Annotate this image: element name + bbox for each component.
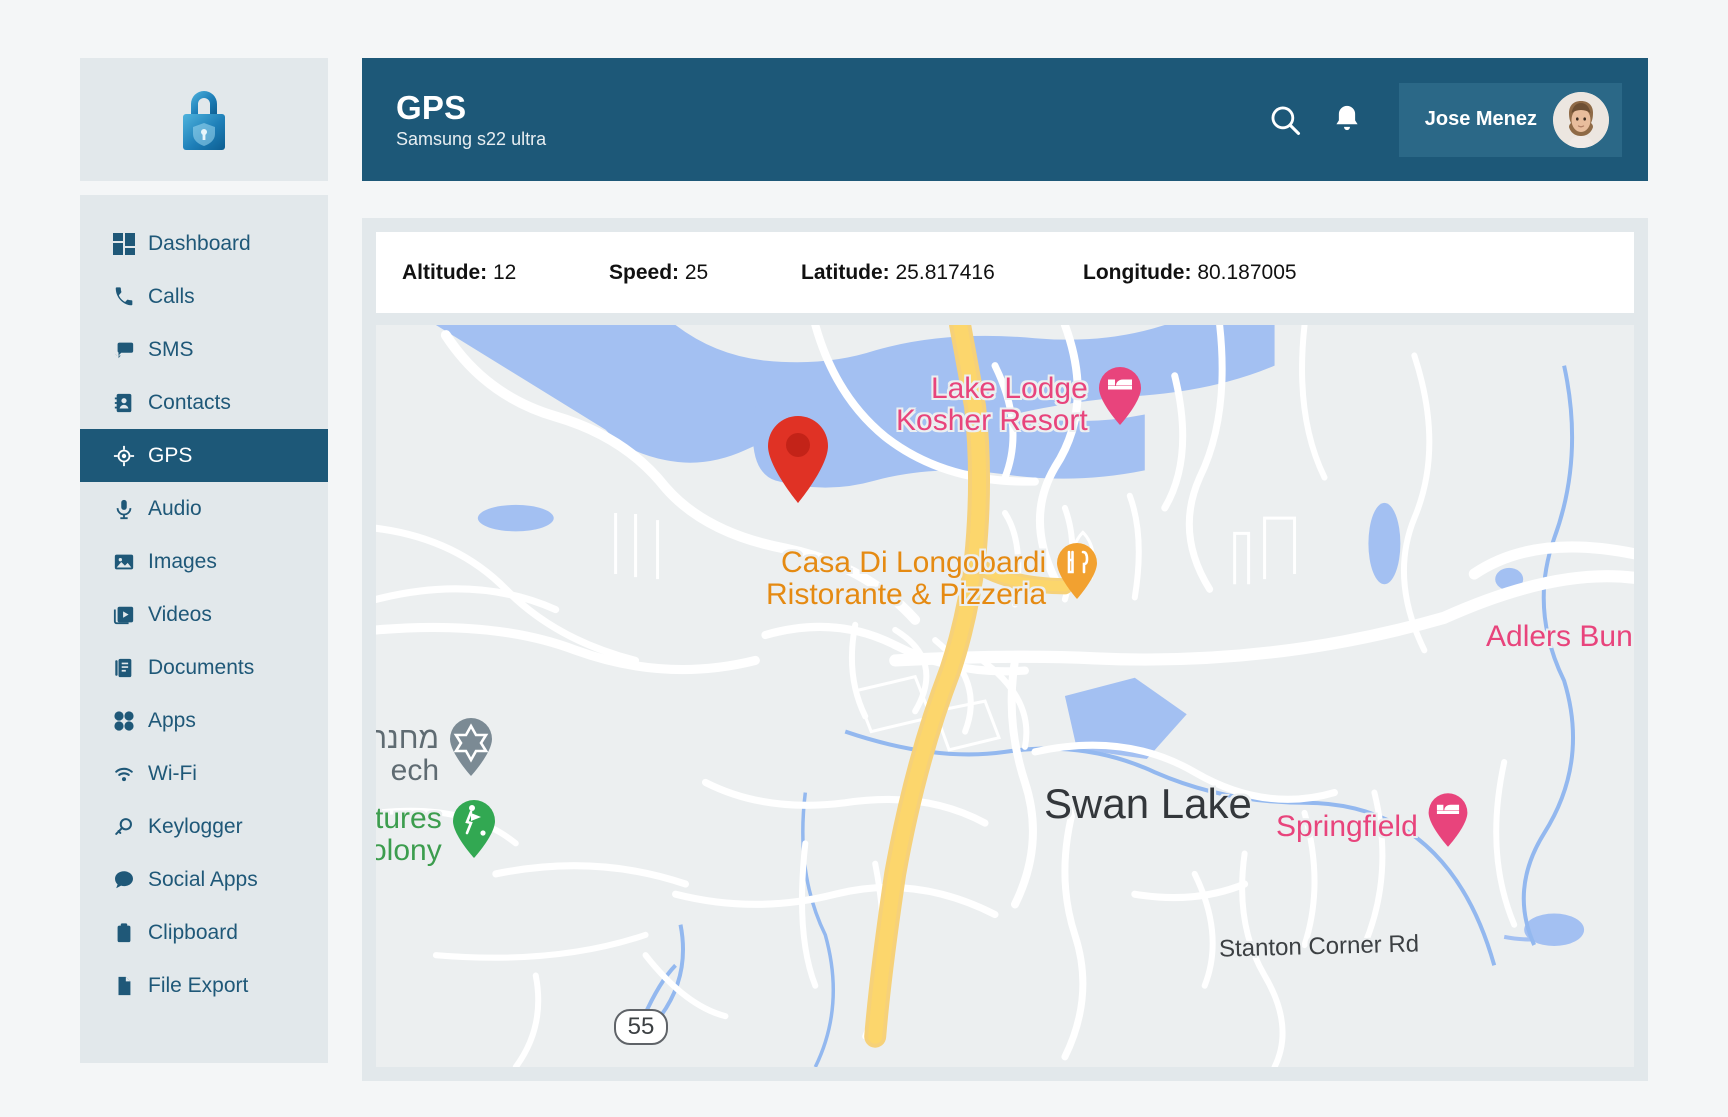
sidebar-item-label: Images xyxy=(148,550,217,573)
clipboard-icon xyxy=(112,921,136,945)
route-shield-55: 55 xyxy=(614,1009,668,1045)
place-label-swan-lake: Swan Lake xyxy=(1044,780,1252,827)
contacts-icon xyxy=(112,391,136,415)
sidebar-item-label: Audio xyxy=(148,497,202,520)
sidebar-item-wifi[interactable]: Wi-Fi xyxy=(80,747,328,800)
stat-speed: Speed: 25 xyxy=(609,261,801,285)
device-subtitle: Samsung s22 ultra xyxy=(396,129,547,149)
image-icon xyxy=(112,550,136,574)
stat-label: Longitude: xyxy=(1083,260,1192,284)
key-search-icon xyxy=(112,815,136,839)
stat-altitude: Altitude: 12 xyxy=(402,261,609,285)
stat-value: 25 xyxy=(684,260,709,284)
sidebar-item-label: Clipboard xyxy=(148,921,238,944)
sidebar-item-apps[interactable]: Apps xyxy=(80,694,328,747)
sidebar-item-documents[interactable]: Documents xyxy=(80,641,328,694)
stat-value: 25.817416 xyxy=(895,260,995,284)
sidebar-item-keylogger[interactable]: Keylogger xyxy=(80,800,328,853)
stat-label: Latitude: xyxy=(801,260,890,284)
location-pin[interactable] xyxy=(760,413,836,507)
user-name: Jose Menez xyxy=(1424,108,1537,130)
speech-bubble-icon xyxy=(112,868,136,892)
gps-dashboard-page: Dashboard Calls SMS Contacts GPS Audio I… xyxy=(0,0,1728,1117)
sidebar-item-file-export[interactable]: File Export xyxy=(80,959,328,1012)
padlock-logo xyxy=(173,83,235,157)
stat-label: Altitude: xyxy=(402,260,488,284)
stat-label: Speed: xyxy=(609,260,680,284)
microphone-icon xyxy=(112,497,136,521)
gps-stats-bar: Altitude: 12 Speed: 25 Latitude: 25.8174… xyxy=(376,232,1634,313)
sidebar-item-label: Dashboard xyxy=(148,232,251,255)
stat-longitude: Longitude: 80.187005 xyxy=(1083,261,1297,285)
sidebar-item-label: Calls xyxy=(148,285,195,308)
route-number: 55 xyxy=(627,1013,655,1040)
sidebar-item-label: Apps xyxy=(148,709,196,732)
sidebar-item-label: GPS xyxy=(148,444,193,467)
wifi-icon xyxy=(112,762,136,786)
crosshair-icon xyxy=(112,444,136,468)
road-label-stanton-corner-rd: Stanton Corner Rd xyxy=(1218,930,1420,963)
bell-icon[interactable] xyxy=(1329,102,1365,138)
phone-icon xyxy=(112,285,136,309)
sidebar-item-label: Wi-Fi xyxy=(148,762,197,785)
avatar[interactable] xyxy=(1553,91,1609,148)
main-area: GPS Samsung s22 ultra Jose Menez Altitud… xyxy=(328,0,1728,1117)
sidebar-item-label: Keylogger xyxy=(148,815,243,838)
sidebar-item-label: Documents xyxy=(148,656,255,679)
sidebar-item-label: Contacts xyxy=(148,391,231,414)
stat-value: 12 xyxy=(493,260,517,284)
sidebar-nav: Dashboard Calls SMS Contacts GPS Audio I… xyxy=(80,195,328,1063)
sidebar-item-label: Social Apps xyxy=(148,868,258,891)
chat-icon xyxy=(112,338,136,362)
sidebar-item-sms[interactable]: SMS xyxy=(80,323,328,376)
top-header: GPS Samsung s22 ultra Jose Menez xyxy=(362,58,1648,181)
gps-content-card: Altitude: 12 Speed: 25 Latitude: 25.8174… xyxy=(362,218,1648,1081)
sidebar-item-dashboard[interactable]: Dashboard xyxy=(80,217,328,270)
grid-dots-icon xyxy=(112,709,136,733)
header-title-block: GPS Samsung s22 ultra xyxy=(396,91,546,148)
sidebar-item-videos[interactable]: Videos xyxy=(80,588,328,641)
user-menu[interactable]: Jose Menez xyxy=(1398,82,1622,157)
sidebar-item-label: File Export xyxy=(148,974,249,997)
page-title: GPS xyxy=(396,89,467,126)
sidebar-item-audio[interactable]: Audio xyxy=(80,482,328,535)
search-icon[interactable] xyxy=(1267,102,1303,138)
sidebar-item-contacts[interactable]: Contacts xyxy=(80,376,328,429)
file-icon xyxy=(112,974,136,998)
stat-latitude: Latitude: 25.817416 xyxy=(801,261,1083,285)
sidebar-item-calls[interactable]: Calls xyxy=(80,270,328,323)
video-icon xyxy=(112,603,136,627)
sidebar: Dashboard Calls SMS Contacts GPS Audio I… xyxy=(80,0,328,1117)
stat-value: 80.187005 xyxy=(1197,260,1297,284)
sidebar-item-clipboard[interactable]: Clipboard xyxy=(80,906,328,959)
logo-panel[interactable] xyxy=(80,58,328,181)
sidebar-item-images[interactable]: Images xyxy=(80,535,328,588)
document-icon xyxy=(112,656,136,680)
gps-map[interactable]: Lake Lodge Kosher Resort Casa Di Longoba… xyxy=(376,325,1634,1067)
sidebar-item-gps[interactable]: GPS xyxy=(80,429,328,482)
header-actions: Jose Menez xyxy=(1267,82,1622,157)
map-basemap xyxy=(376,325,1634,1067)
sidebar-item-social-apps[interactable]: Social Apps xyxy=(80,853,328,906)
sidebar-item-label: SMS xyxy=(148,338,194,361)
sidebar-item-label: Videos xyxy=(148,603,212,626)
dashboard-icon xyxy=(112,232,136,256)
